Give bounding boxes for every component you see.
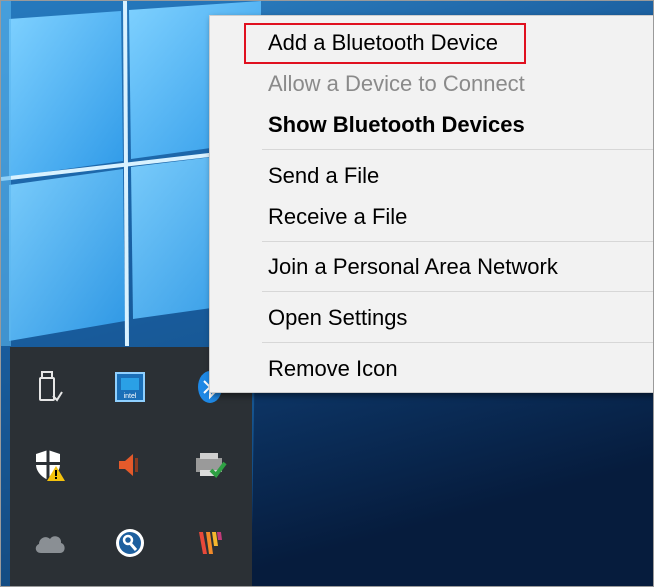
menu-item-allow-device-to-connect: Allow a Device to Connect: [268, 71, 525, 96]
key-search-icon[interactable]: [110, 523, 150, 563]
network-printer-icon[interactable]: [190, 445, 230, 485]
onedrive-cloud-icon[interactable]: [30, 523, 70, 563]
intel-graphics-icon[interactable]: intel: [110, 367, 150, 407]
menu-item-join-personal-area-network[interactable]: Join a Personal Area Network: [268, 249, 558, 285]
menu-separator: [262, 241, 653, 242]
menu-item-receive-a-file[interactable]: Receive a File: [268, 199, 407, 235]
menu-separator: [262, 342, 653, 343]
svg-text:intel: intel: [124, 393, 137, 400]
screenshot-frame: intel Add a Bluetooth Device Allow a Dev…: [0, 0, 654, 587]
menu-separator: [262, 149, 653, 150]
menu-item-open-settings[interactable]: Open Settings: [268, 300, 407, 336]
menu-separator: [262, 291, 653, 292]
menu-item-remove-icon[interactable]: Remove Icon: [268, 351, 398, 387]
bluetooth-context-menu: Add a Bluetooth Device Allow a Device to…: [209, 15, 653, 393]
speaker-muted-icon[interactable]: [110, 445, 150, 485]
menu-item-show-bluetooth-devices[interactable]: Show Bluetooth Devices: [268, 107, 525, 143]
app-logo-icon[interactable]: [190, 523, 230, 563]
menu-item-add-bluetooth-device[interactable]: Add a Bluetooth Device: [268, 25, 498, 61]
menu-item-send-a-file[interactable]: Send a File: [268, 158, 379, 194]
windows-defender-warning-icon[interactable]: [30, 445, 70, 485]
usb-drive-icon[interactable]: [30, 367, 70, 407]
